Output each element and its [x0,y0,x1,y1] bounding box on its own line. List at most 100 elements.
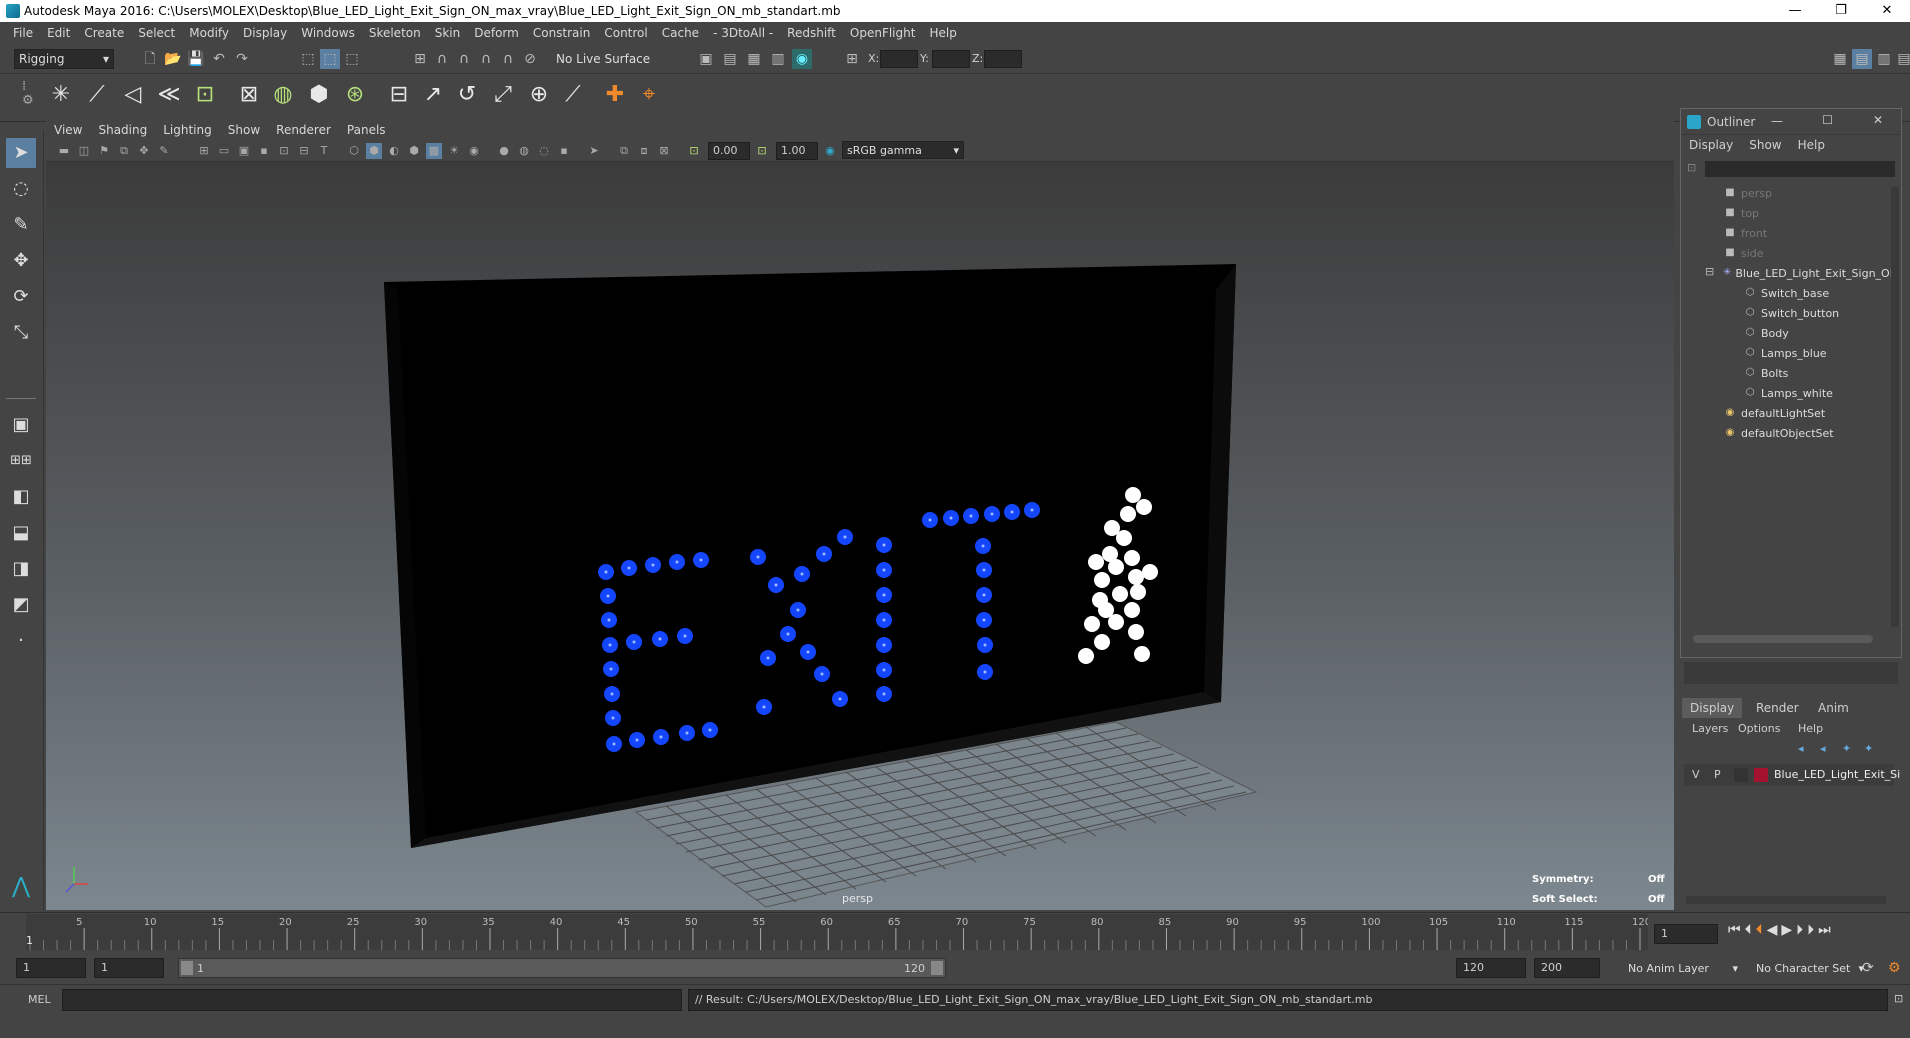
depth-of-field-icon[interactable]: ▪ [556,143,572,159]
outliner-item[interactable]: ■ top [1681,203,1881,223]
two-d-pan-icon[interactable]: ✥ [136,143,152,159]
snap-grid-icon[interactable]: ⊞ [410,49,430,69]
outliner-item[interactable]: ■ side [1681,243,1881,263]
outliner-item[interactable]: ⬡ Lamps_blue [1681,343,1881,363]
outliner-search-input[interactable] [1705,161,1895,177]
play-forward-icon[interactable]: ▶ [1781,922,1792,938]
playback-end-field[interactable]: 120 [1456,958,1526,978]
exposure-icon[interactable]: ⊡ [686,143,702,159]
field-chart-icon[interactable]: ⊡ [276,143,292,159]
step-back-icon[interactable]: ⏴ [1745,922,1752,938]
minimize-button[interactable]: — [1772,0,1818,22]
perspective-viewport[interactable]: persp Symmetry: Off Soft Select: Off [46,162,1674,910]
parent-constraint-icon[interactable]: ⊕ [522,78,556,112]
scale-tool-icon[interactable]: ⤡ [6,318,36,348]
menu-3dtoall[interactable]: - 3DtoAll - [713,26,773,40]
layer-tab-render[interactable]: Render [1748,698,1807,718]
scene-canvas[interactable] [46,162,1674,910]
open-scene-icon[interactable]: 📂 [163,49,183,69]
screen-space-ao-icon[interactable]: ● [496,143,512,159]
play-backward-icon[interactable]: ◀ [1767,922,1778,938]
locator-icon[interactable]: ✚ [598,78,632,112]
smooth-bind-icon[interactable]: ◍ [266,78,300,112]
move-layer-down-icon[interactable]: ◂ [1820,742,1826,755]
orient-constraint-icon[interactable]: ↺ [450,78,484,112]
layer-hscrollbar[interactable] [1686,896,1886,904]
animation-prefs-icon[interactable]: ⚙ [1888,960,1901,976]
wireframe-on-shaded-icon[interactable]: ⬢ [406,143,422,159]
select-tool-icon[interactable]: ➤ [6,138,36,168]
go-to-end-icon[interactable]: ⏭ [1818,922,1831,938]
outliner-close-button[interactable]: ✕ [1873,113,1883,127]
outliner-item[interactable]: ⬡ Bolts [1681,363,1881,383]
use-all-lights-icon[interactable]: ☀ [446,143,462,159]
time-ruler[interactable]: 5 10 15 20 25 30 35 40 45 50 55 60 65 70 75 80 85 90 95 100… [26,914,1651,950]
range-right-handle[interactable] [931,961,943,975]
render-view-icon[interactable]: ▤ [720,49,740,69]
make-live-icon[interactable]: ⊘ [520,49,540,69]
menu-display[interactable]: Display [243,26,287,40]
script-language-toggle[interactable]: MEL [28,993,51,1006]
select-hierarchy-icon[interactable]: ⬚ [298,49,318,69]
ipr-render-icon[interactable]: ▦ [744,49,764,69]
move-layer-up-icon[interactable]: ◂ [1798,742,1804,755]
scale-constraint-icon[interactable]: ⤢ [486,78,520,112]
wrap-deformer-icon[interactable]: ⊛ [338,78,372,112]
new-layer-selected-icon[interactable]: ✦ [1864,742,1873,755]
start-time-field[interactable]: 1 [16,958,86,978]
layer-menu-help[interactable]: Help [1798,722,1823,735]
attribute-editor-icon[interactable]: ▤ [1852,49,1872,69]
pole-vector-icon[interactable]: ⟋ [556,78,590,112]
gate-mask-icon[interactable]: ▪ [256,143,272,159]
new-scene-icon[interactable]: 🗋 [140,49,160,69]
wireframe-icon[interactable]: ⬡ [346,143,362,159]
four-pane-icon[interactable]: ⊞⊞ [6,446,36,476]
x-field[interactable] [880,50,918,68]
resolution-gate-icon[interactable]: ▣ [236,143,252,159]
panel-menu-lighting[interactable]: Lighting [163,123,212,137]
outliner-item[interactable]: ⊟ ✳ Blue_LED_Light_Exit_Sign_ON [1681,263,1898,283]
grid-toggle-icon[interactable]: ⊞ [196,143,212,159]
close-button[interactable]: ✕ [1864,0,1910,22]
undo-icon[interactable]: ↶ [209,49,229,69]
anim-layer-dropdown[interactable]: No Anim Layer ▾ [1624,958,1742,978]
more-layouts-icon[interactable]: · [6,626,36,656]
camera-select-icon[interactable]: ▬ [56,143,72,159]
range-slider[interactable]: 1 120 [178,958,946,978]
panel-menu-shading[interactable]: Shading [98,123,147,137]
auto-key-icon[interactable]: ⟳ [1862,960,1874,976]
outliner-menu-display[interactable]: Display [1689,138,1733,152]
safe-title-icon[interactable]: T [316,143,332,159]
outliner-item[interactable]: ⬡ Switch_base [1681,283,1881,303]
xray-icon[interactable]: ⧉ [616,143,632,159]
textured-icon[interactable]: ▩ [426,143,442,159]
exposure-field[interactable]: 0.00 [708,142,750,160]
step-forward-key-icon[interactable]: ⏵ [1796,922,1803,938]
outliner-maximize-button[interactable]: ☐ [1822,113,1833,127]
snap-view-icon[interactable]: ∩ [476,49,496,69]
panel-menu-renderer[interactable]: Renderer [276,123,331,137]
new-layer-icon[interactable]: ✦ [1842,742,1851,755]
lasso-tool-icon[interactable]: ◌ [6,174,36,204]
select-component-icon[interactable]: ⬚ [342,49,362,69]
snap-point-icon[interactable]: ∩ [454,49,474,69]
layer-tab-display[interactable]: Display [1682,698,1743,718]
menu-cache[interactable]: Cache [662,26,699,40]
menu-create[interactable]: Create [84,26,124,40]
z-field[interactable] [984,50,1022,68]
outliner-menu-help[interactable]: Help [1798,138,1825,152]
transform-mode-icon[interactable]: ⊞ [842,49,862,69]
default-material-icon[interactable]: ◐ [386,143,402,159]
paint-weights-icon[interactable]: ⬢ [302,78,336,112]
gamma-field[interactable]: 1.00 [776,142,818,160]
ik-spline-icon[interactable]: ◁ [116,78,150,112]
joint-tool-icon[interactable]: ✳ [44,78,78,112]
layer-row[interactable]: V P Blue_LED_Light_Exit_Si [1684,764,1900,786]
multisample-aa-icon[interactable]: ◌ [536,143,552,159]
channel-box-icon[interactable]: ▤ [1894,49,1910,69]
menu-deform[interactable]: Deform [474,26,519,40]
menu-skin[interactable]: Skin [435,26,461,40]
menu-constrain[interactable]: Constrain [533,26,591,40]
menuset-dropdown[interactable]: Rigging ▾ [14,49,114,69]
step-forward-icon[interactable]: ⏵ [1807,922,1814,938]
